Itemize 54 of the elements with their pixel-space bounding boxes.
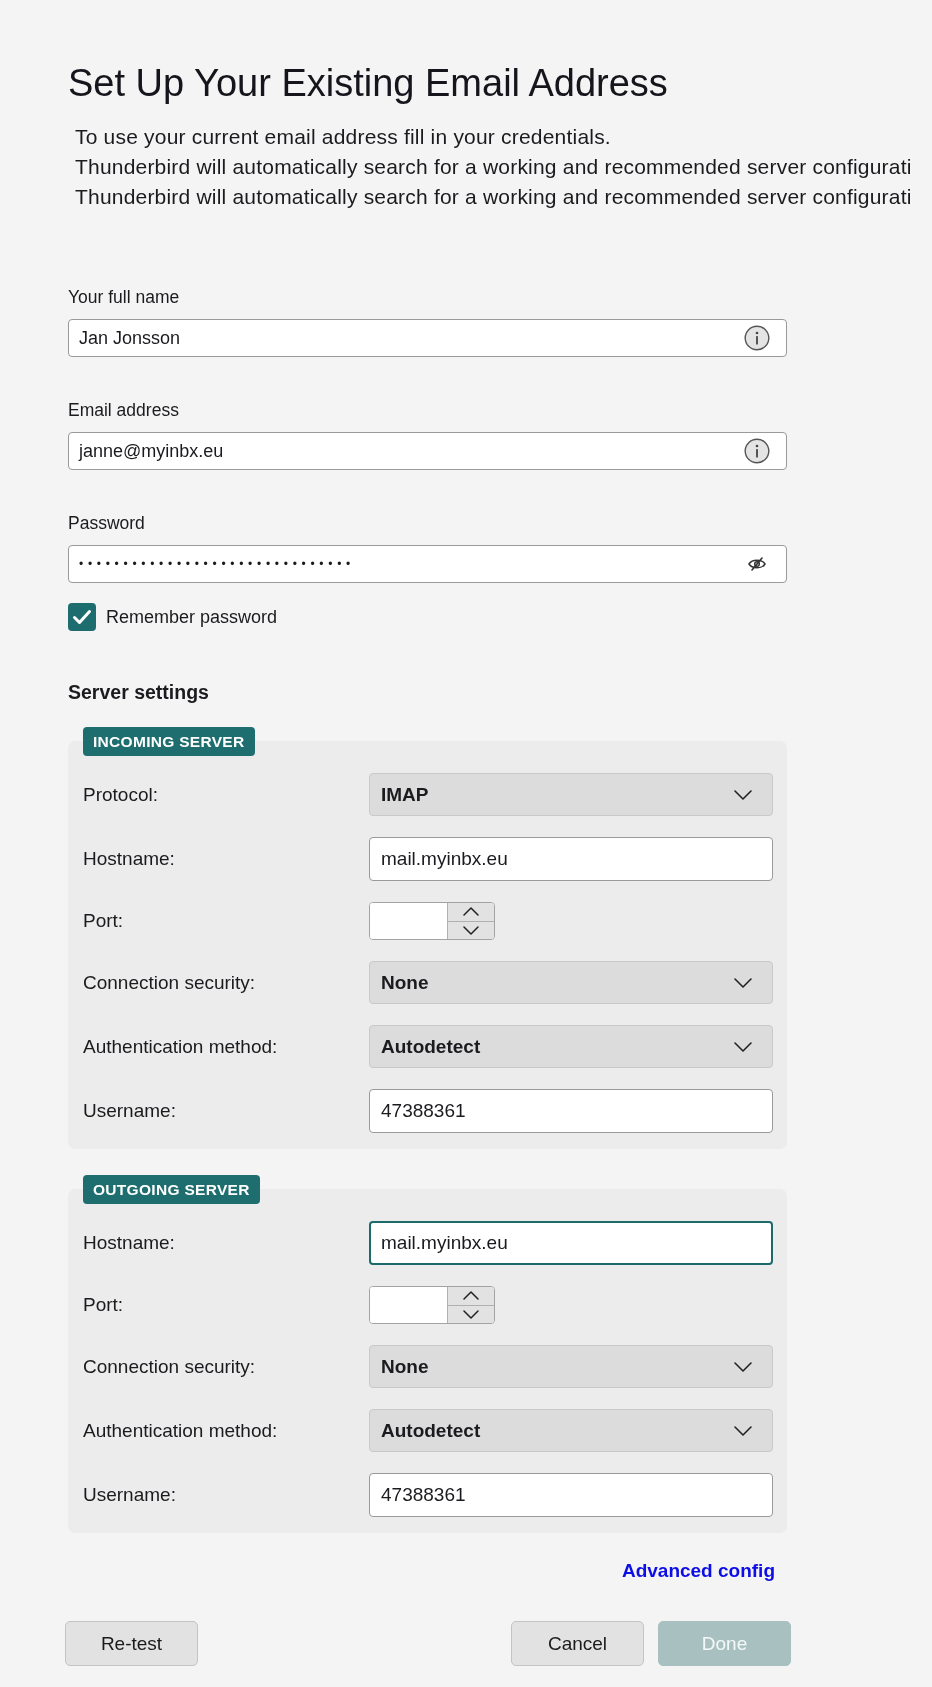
field-label: Your full name xyxy=(68,286,180,308)
chevron-down-icon xyxy=(734,977,752,988)
setting-label: Username: xyxy=(83,1484,176,1506)
section-tag: OUTGOING SERVER xyxy=(83,1175,260,1204)
description-text: Thunderbird will automatically search for a working and recommended server configurati xyxy=(75,154,912,180)
chevron-down-icon xyxy=(463,1309,479,1319)
dropdown[interactable]: Autodetect xyxy=(369,1025,773,1068)
field-label: Email address xyxy=(68,399,179,421)
eye-slash-icon[interactable] xyxy=(748,557,766,571)
checkbox[interactable] xyxy=(68,603,96,631)
text-field[interactable]: 47388361 xyxy=(369,1473,773,1517)
step-up-button[interactable] xyxy=(448,903,494,921)
section-heading: Server settings xyxy=(68,680,209,704)
chevron-down-icon xyxy=(463,925,479,935)
setting-label: Protocol: xyxy=(83,783,158,806)
setting-label: Port: xyxy=(83,910,124,932)
text-field[interactable]: janne@myinbx.eu xyxy=(68,432,787,470)
password-field[interactable]: ••••••••••••••••••••••••••••••• xyxy=(68,545,787,583)
dropdown[interactable]: IMAP xyxy=(369,773,773,816)
setting-label: Hostname: xyxy=(83,848,175,870)
setting-label: Connection security: xyxy=(83,1355,256,1378)
field-label: Password xyxy=(68,512,145,534)
number-spinner[interactable] xyxy=(369,902,495,940)
checkbox-label: Remember password xyxy=(106,606,278,628)
setting-label: Authentication method: xyxy=(83,1419,278,1442)
page-title: Set Up Your Existing Email Address xyxy=(68,61,668,106)
setting-label: Authentication method: xyxy=(83,1035,278,1058)
setting-label: Hostname: xyxy=(83,1232,175,1254)
text-field[interactable]: Jan Jonsson xyxy=(68,319,787,357)
chevron-up-icon xyxy=(463,907,479,917)
info-icon xyxy=(744,325,770,351)
setting-label: Username: xyxy=(83,1100,176,1122)
retest-button[interactable]: Re-test xyxy=(65,1621,198,1666)
number-spinner[interactable] xyxy=(369,1286,495,1324)
text-field[interactable]: mail.myinbx.eu xyxy=(369,837,773,881)
chevron-down-icon xyxy=(734,789,752,800)
cancel-button[interactable]: Cancel xyxy=(511,1621,644,1666)
chevron-down-icon xyxy=(734,1425,752,1436)
chevron-up-icon xyxy=(463,1291,479,1301)
section-tag: INCOMING SERVER xyxy=(83,727,255,756)
step-up-button[interactable] xyxy=(448,1287,494,1305)
chevron-down-icon xyxy=(734,1361,752,1372)
dropdown[interactable]: Autodetect xyxy=(369,1409,773,1452)
text-field[interactable]: mail.myinbx.eu xyxy=(369,1221,773,1265)
chevron-down-icon xyxy=(734,1041,752,1052)
text-field[interactable]: 47388361 xyxy=(369,1089,773,1133)
advanced-config-link[interactable]: Advanced config xyxy=(621,1559,775,1583)
dropdown[interactable]: None xyxy=(369,961,773,1004)
description-text: Thunderbird will automatically search for a working and recommended server configurati xyxy=(75,184,912,210)
setting-label: Port: xyxy=(83,1294,124,1316)
info-icon xyxy=(744,438,770,464)
dropdown[interactable]: None xyxy=(369,1345,773,1388)
description-text: To use your current email address fill in your credentials. xyxy=(75,124,611,150)
setting-label: Connection security: xyxy=(83,971,256,994)
